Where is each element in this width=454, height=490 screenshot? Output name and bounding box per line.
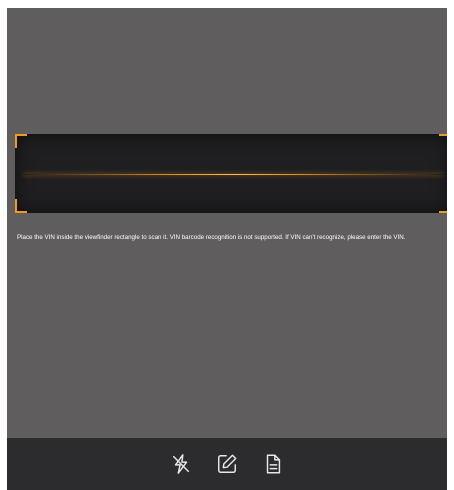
viewfinder-corner-bottom-left xyxy=(15,199,27,213)
viewfinder-corner-top-right xyxy=(439,134,447,148)
viewfinder xyxy=(15,134,447,213)
viewfinder-corner-bottom-right xyxy=(439,199,447,213)
bottom-toolbar xyxy=(7,438,447,490)
flash-toggle-button[interactable] xyxy=(169,452,193,476)
flash-off-icon xyxy=(172,454,190,474)
scanner-screen: Place the VIN inside the viewfinder rect… xyxy=(7,8,447,490)
scan-hint-text: Place the VIN inside the viewfinder rect… xyxy=(17,234,406,241)
history-button[interactable] xyxy=(261,452,285,476)
document-icon xyxy=(266,454,281,474)
viewfinder-corner-top-left xyxy=(15,134,27,148)
scan-line xyxy=(23,174,443,175)
manual-input-button[interactable] xyxy=(215,452,239,476)
edit-icon xyxy=(218,454,237,473)
